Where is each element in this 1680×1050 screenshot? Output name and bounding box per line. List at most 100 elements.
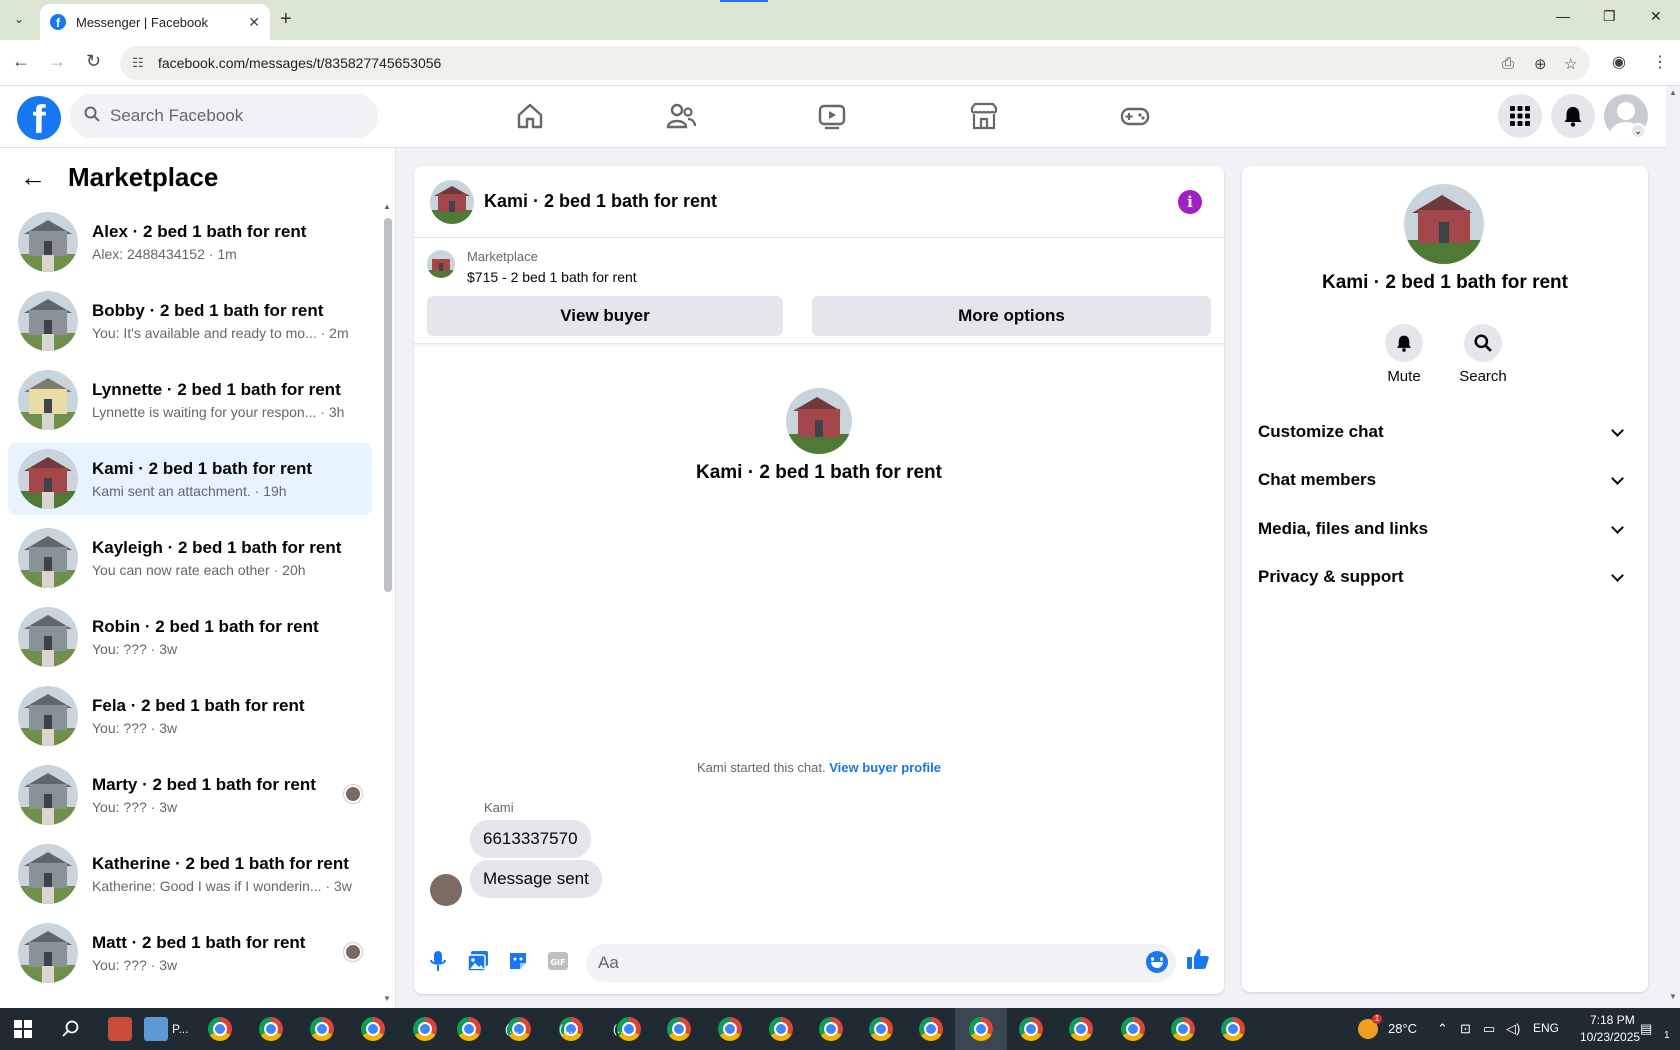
chrome-window-icon[interactable] [718,1017,742,1041]
chrome-window-icon[interactable] [819,1017,843,1041]
message-bubble[interactable]: Message sent [470,860,602,898]
browser-tab-messenger[interactable]: f Messenger | Facebook ✕ [40,4,270,40]
task-label[interactable]: (... [613,1022,627,1036]
chrome-window-icon[interactable] [208,1017,232,1041]
image-app-icon[interactable] [144,1017,168,1041]
volume-icon[interactable]: ◁) [1506,1021,1520,1037]
chrome-window-icon[interactable] [1171,1017,1195,1041]
install-app-icon[interactable]: ⎙ [1502,55,1514,72]
page-scroll-up-icon[interactable]: ▲ [1669,88,1677,97]
page-scroll-down-icon[interactable]: ▼ [1669,992,1677,1001]
gif-icon[interactable]: GIF [546,949,570,973]
chrome-window-icon[interactable] [1221,1017,1245,1041]
chat-title[interactable]: Kami · 2 bed 1 bath for rent [484,191,717,212]
facebook-logo-icon[interactable]: f [17,96,61,140]
forward-arrow-icon[interactable]: → [48,51,66,72]
marketplace-store-icon[interactable] [968,100,1000,132]
chrome-window-icon[interactable] [310,1017,334,1041]
app-icon[interactable] [108,1017,132,1041]
chrome-window-icon[interactable] [259,1017,283,1041]
chrome-window-icon[interactable] [361,1017,385,1041]
privacy-support-section[interactable]: Privacy & support [1258,557,1634,597]
mute-button[interactable]: Mute [1374,324,1434,385]
conversation-item[interactable]: Bobby · 2 bed 1 bath for rent You: It's a… [8,285,372,357]
conversation-item[interactable]: Katherine · 2 bed 1 bath for rent Katheri… [8,838,372,910]
chrome-window-icon[interactable] [1121,1017,1145,1041]
attach-photo-icon[interactable] [466,949,490,973]
message-input[interactable]: Aa [586,944,1176,982]
account-chevron-down-icon[interactable]: ⌄ [1630,123,1646,139]
bookmark-star-icon[interactable]: ☆ [1564,55,1577,73]
conversation-info-icon[interactable]: i [1178,190,1202,214]
back-arrow-icon[interactable]: ← [20,162,46,193]
tab-search-chevron-icon[interactable]: ⌄ [8,8,30,30]
thumbs-up-like-icon[interactable] [1186,947,1210,971]
chat-members-section[interactable]: Chat members [1258,460,1634,500]
browser-menu-icon[interactable]: ⋮ [1652,52,1668,72]
info-avatar[interactable] [1404,184,1484,264]
taskbar-search-icon[interactable] [62,1020,80,1038]
media-files-links-section[interactable]: Media, files and links [1258,509,1634,549]
friends-icon[interactable] [665,100,697,132]
view-buyer-profile-link[interactable]: View buyer profile [829,760,941,775]
message-bubble[interactable]: 6613337570 [470,820,591,858]
conversation-item[interactable]: Alex · 2 bed 1 bath for rent Alex: 248843… [8,206,372,278]
camera-icon[interactable]: ⊡ [1460,1021,1471,1037]
close-window-icon[interactable]: ✕ [1650,8,1662,25]
gaming-controller-icon[interactable] [1119,100,1151,132]
chat-avatar[interactable] [430,179,474,224]
conversation-item[interactable]: Matt · 2 bed 1 bath for rent You: ??? · 3… [8,917,372,989]
address-bar[interactable]: ☷ facebook.com/messages/t/83582774565305… [120,46,1590,80]
show-hidden-icons-chevron-icon[interactable]: ⌃ [1437,1021,1448,1037]
listing-thumbnail[interactable] [427,250,455,278]
clock-time[interactable]: 7:18 PM [1590,1013,1635,1027]
microphone-icon[interactable] [426,949,450,973]
notifications-bell-icon[interactable] [1551,94,1595,138]
chrome-window-icon[interactable] [969,1017,993,1041]
sidebar-scrollbar-thumb[interactable] [384,218,392,592]
page-scrollbar[interactable]: ▲ ▼ [1666,86,1680,1008]
minimize-window-icon[interactable]: — [1556,8,1570,24]
chrome-window-icon[interactable] [1019,1017,1043,1041]
back-arrow-icon[interactable]: ← [12,51,30,72]
language-indicator[interactable]: ENG [1533,1021,1559,1035]
profile-icon[interactable]: ◉ [1612,52,1626,72]
chrome-window-icon[interactable] [869,1017,893,1041]
clock-date[interactable]: 10/23/2025 [1580,1030,1640,1044]
close-tab-icon[interactable]: ✕ [248,14,260,31]
chrome-window-icon[interactable] [919,1017,943,1041]
conversation-item[interactable]: Lynnette · 2 bed 1 bath for rent Lynnette… [8,364,372,436]
chrome-window-icon[interactable] [1069,1017,1093,1041]
scroll-down-arrow-icon[interactable]: ▼ [383,994,391,1003]
chrome-window-icon[interactable] [769,1017,793,1041]
restore-window-icon[interactable]: ❐ [1603,8,1616,25]
site-info-icon[interactable]: ☷ [132,55,144,71]
new-tab-plus-icon[interactable]: + [280,8,292,31]
network-icon[interactable]: ▭ [1483,1021,1495,1037]
conversation-item[interactable]: Marty · 2 bed 1 bath for rent You: ??? · … [8,759,372,831]
conversation-item[interactable]: Kayleigh · 2 bed 1 bath for rent You can … [8,522,372,594]
search-in-conversation-button[interactable]: Search [1453,324,1513,385]
watch-video-icon[interactable] [816,100,848,132]
zoom-icon[interactable]: ⊕ [1534,55,1547,73]
scroll-up-arrow-icon[interactable]: ▲ [383,202,391,211]
customize-chat-section[interactable]: Customize chat [1258,412,1634,452]
listing-price[interactable]: $715 - 2 bed 1 bath for rent [467,269,637,285]
task-label[interactable]: (... [559,1022,573,1036]
conversation-item[interactable]: Kami · 2 bed 1 bath for rent Kami sent an… [8,443,372,515]
conversation-item[interactable]: Fela · 2 bed 1 bath for rent You: ??? · 3… [8,680,372,752]
sender-avatar[interactable] [430,874,462,906]
conversation-item[interactable]: Robin · 2 bed 1 bath for rent You: ??? · … [8,601,372,673]
windows-start-icon[interactable] [14,1020,32,1038]
emoji-icon[interactable] [1146,951,1168,973]
more-options-button[interactable]: More options [812,296,1211,336]
chrome-window-icon[interactable] [667,1017,691,1041]
reload-icon[interactable]: ↻ [86,51,101,72]
task-label[interactable]: (... [505,1022,519,1036]
view-buyer-button[interactable]: View buyer [427,296,783,336]
notification-center-icon[interactable]: ▤ [1640,1021,1652,1037]
weather-temperature[interactable]: 28°C [1388,1021,1417,1036]
menu-grid-icon[interactable] [1498,94,1542,138]
task-label[interactable]: P... [172,1022,188,1036]
facebook-search-input[interactable]: Search Facebook [70,94,378,138]
